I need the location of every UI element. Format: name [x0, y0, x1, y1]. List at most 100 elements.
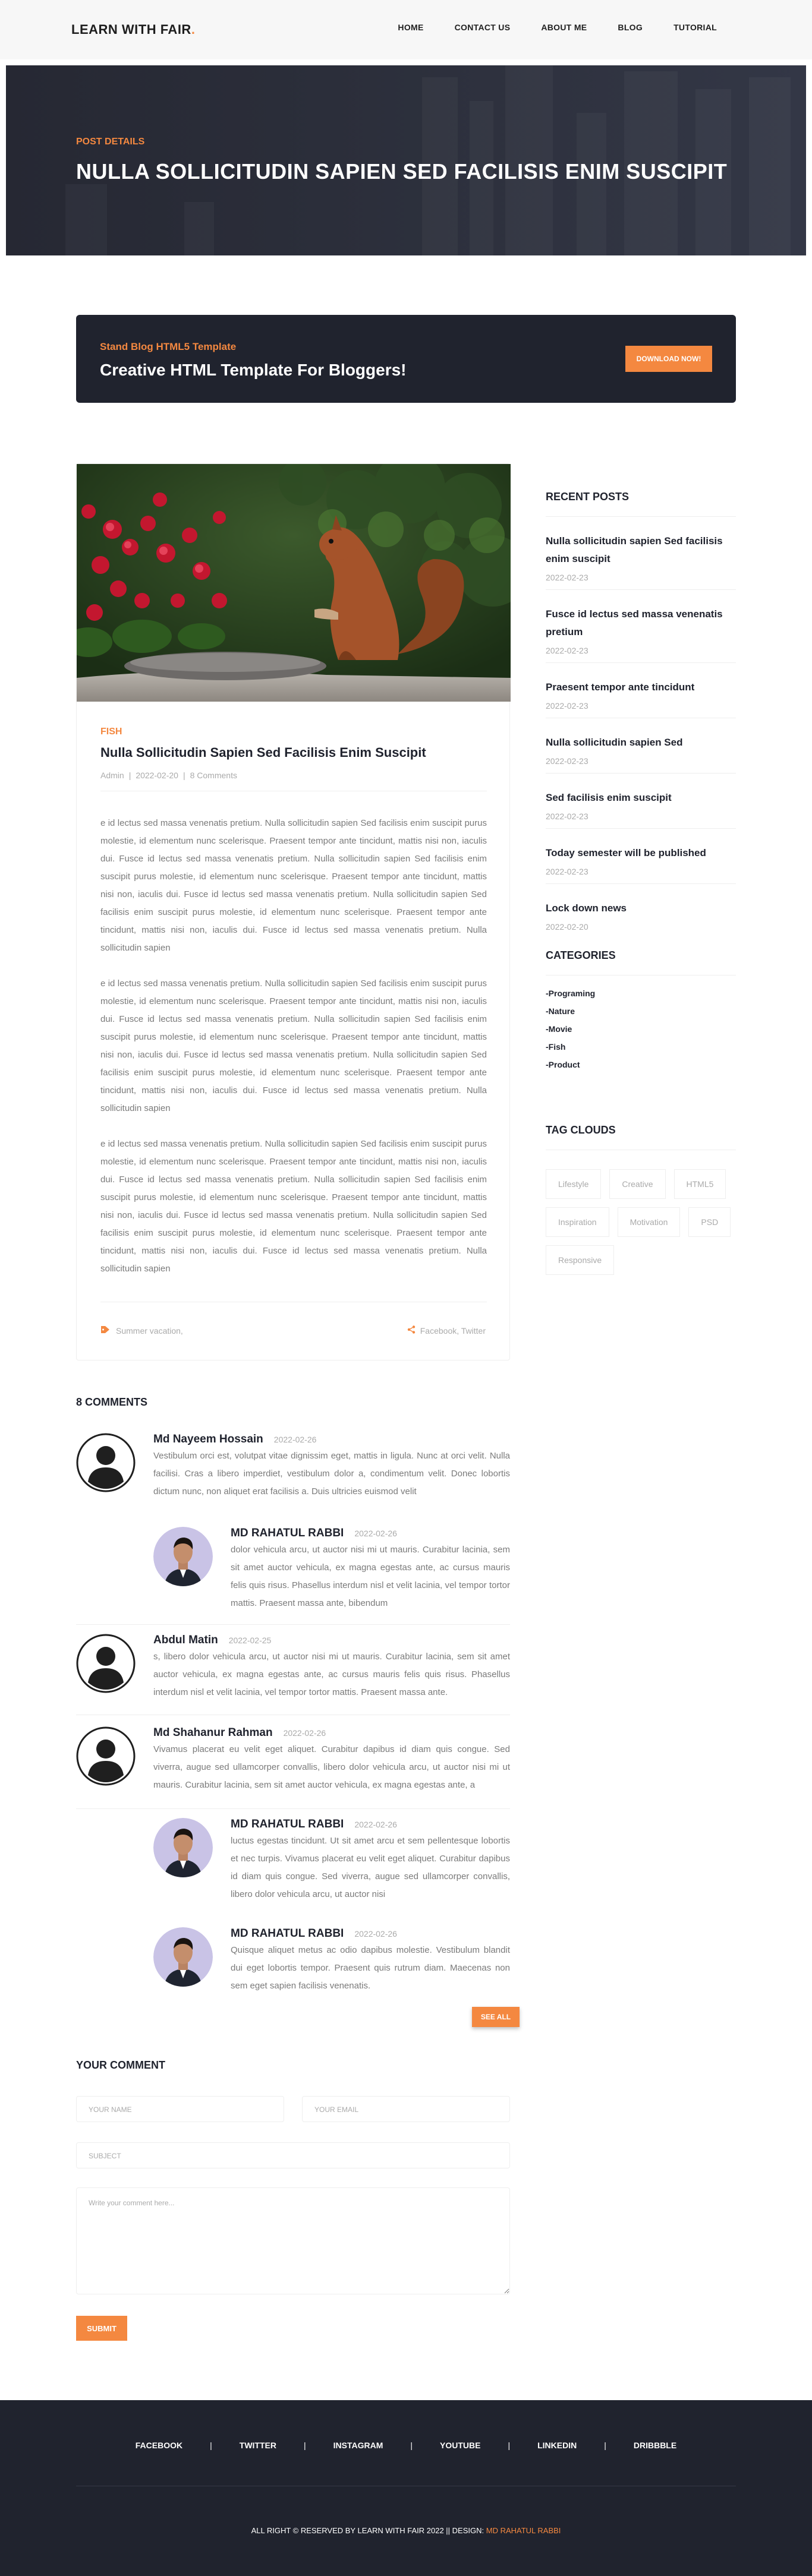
nav-tutorial[interactable]: TUTORIAL: [673, 23, 717, 32]
cta-title: Creative HTML Template For Bloggers!: [100, 361, 407, 379]
tag-cloud-item[interactable]: Inspiration: [546, 1207, 609, 1237]
name-input[interactable]: [76, 2096, 284, 2122]
tag-cloud-item[interactable]: Responsive: [546, 1245, 615, 1275]
category-link[interactable]: -Programing: [546, 989, 736, 998]
avatar-placeholder-icon: [76, 1726, 136, 1786]
comment-author[interactable]: MD RAHATUL RABBI: [231, 1818, 344, 1830]
comment-date: 2022-02-26: [273, 1435, 317, 1444]
sidebar-categories: CATEGORIES -Programing -Nature -Movie -F…: [546, 949, 736, 1069]
comment-date: 2022-02-26: [354, 1929, 397, 1939]
nav-about-me[interactable]: ABOUT ME: [541, 23, 587, 32]
tag-clouds-heading: TAG CLOUDS: [546, 1124, 616, 1136]
comment-author[interactable]: Md Nayeem Hossain: [153, 1433, 263, 1445]
post-paragraph: e id lectus sed massa venenatis pretium.…: [100, 818, 487, 953]
category-link[interactable]: -Product: [546, 1060, 736, 1069]
comment-author[interactable]: Md Shahanur Rahman: [153, 1726, 273, 1739]
tag-cloud-item[interactable]: Creative: [609, 1169, 666, 1199]
tag-cloud-item[interactable]: HTML5: [673, 1169, 726, 1199]
comment-author[interactable]: MD RAHATUL RABBI: [231, 1927, 344, 1940]
post-image-squirrel: [77, 464, 511, 702]
tag-cloud-item[interactable]: PSD: [688, 1207, 731, 1237]
cta-subtitle: Stand Blog HTML5 Template: [100, 341, 237, 352]
main-nav: HOME CONTACT US ABOUT ME BLOG TUTORIAL: [367, 23, 717, 32]
comment-item: Md Shahanur Rahman 2022-02-26 Vivamus pla…: [76, 1726, 510, 1794]
post-date[interactable]: 2022-02-20: [136, 771, 178, 780]
tag-cloud-item[interactable]: Motivation: [617, 1207, 681, 1237]
subject-input[interactable]: [76, 2142, 510, 2168]
post-category[interactable]: FISH: [100, 727, 122, 737]
download-now-button[interactable]: DOWNLOAD NOW!: [625, 346, 712, 372]
comments-heading: 8 COMMENTS: [76, 1396, 148, 1408]
category-link[interactable]: -Movie: [546, 1024, 736, 1034]
comment-text: luctus egestas tincidunt. Ut sit amet ar…: [231, 1836, 510, 1899]
post-paragraph: e id lectus sed massa venenatis pretium.…: [100, 978, 487, 1113]
post-tag-link[interactable]: Summer vacation,: [116, 1326, 183, 1336]
category-link[interactable]: -Nature: [546, 1006, 736, 1016]
see-all-button[interactable]: SEE ALL: [472, 2007, 520, 2027]
email-input[interactable]: [302, 2096, 510, 2122]
post-title[interactable]: Nulla Sollicitudin Sapien Sed Facilisis …: [100, 745, 426, 760]
comment-text: dolor vehicula arcu, ut auctor nisi mi u…: [231, 1545, 510, 1608]
recent-post-item[interactable]: Sed facilisis enim suscipit 2022-02-23: [546, 789, 736, 829]
comment-reply-item: MD RAHATUL RABBI 2022-02-26 Quisque aliqu…: [153, 1927, 510, 1995]
tag-cloud-item[interactable]: Lifestyle: [546, 1169, 602, 1199]
avatar: [153, 1527, 213, 1586]
post-author[interactable]: Admin: [100, 771, 124, 780]
post-meta: Admin | 2022-02-20 | 8 Comments: [100, 771, 237, 780]
avatar: [153, 1818, 213, 1877]
comment-date: 2022-02-25: [228, 1636, 272, 1645]
recent-post-item[interactable]: Fusce id lectus sed massa venenatis pret…: [546, 605, 736, 663]
social-separator: |: [410, 2441, 413, 2450]
social-dribbble[interactable]: DRIBBBLE: [634, 2441, 676, 2450]
avatar-placeholder-icon: [76, 1634, 136, 1693]
comment-reply-item: MD RAHATUL RABBI 2022-02-26 luctus egesta…: [153, 1818, 510, 1903]
social-links: FACEBOOK | TWITTER | INSTAGRAM | YOUTUBE…: [0, 2441, 812, 2450]
comment-item: Abdul Matin 2022-02-25 s, libero dolor ve…: [76, 1634, 510, 1701]
comment-text: Vivamus placerat eu velit eget aliquet. …: [153, 1744, 510, 1790]
share-icon: [407, 1325, 416, 1336]
comment-author[interactable]: MD RAHATUL RABBI: [231, 1527, 344, 1539]
social-linkedin[interactable]: LINKEDIN: [537, 2441, 577, 2450]
recent-posts-heading: RECENT POSTS: [546, 491, 630, 503]
comment-text: Quisque aliquet metus ac odio dapibus mo…: [231, 1945, 510, 1991]
social-instagram[interactable]: INSTAGRAM: [333, 2441, 383, 2450]
recent-post-item[interactable]: Praesent tempor ante tincidunt 2022-02-23: [546, 678, 736, 718]
comment-item: Md Nayeem Hossain 2022-02-26 Vestibulum o…: [76, 1433, 510, 1501]
hero-subtitle: POST DETAILS: [76, 137, 145, 147]
nav-blog[interactable]: BLOG: [618, 23, 643, 32]
your-comment-heading: YOUR COMMENT: [76, 2059, 165, 2071]
top-navbar: LEARN WITH FAIR. HOME CONTACT US ABOUT M…: [0, 0, 812, 59]
squirrel-photo: [77, 464, 511, 702]
designer-link[interactable]: MD RAHATUL RABBI: [486, 2526, 561, 2535]
sidebar-recent-posts: RECENT POSTS Nulla sollicitudin sapien S…: [546, 491, 736, 932]
divider: [76, 1624, 510, 1625]
comment-date: 2022-02-26: [354, 1529, 397, 1538]
nav-contact-us[interactable]: CONTACT US: [455, 23, 511, 32]
social-twitter[interactable]: TWITTER: [240, 2441, 276, 2450]
social-facebook[interactable]: FACEBOOK: [136, 2441, 182, 2450]
recent-post-item[interactable]: Lock down news 2022-02-20: [546, 899, 736, 932]
recent-post-item[interactable]: Today semester will be published 2022-02-…: [546, 844, 736, 884]
post-tags: Summer vacation,: [100, 1325, 183, 1336]
recent-post-item[interactable]: Nulla sollicitudin sapien Sed facilisis …: [546, 532, 736, 590]
submit-button[interactable]: SUBMIT: [76, 2316, 127, 2341]
social-youtube[interactable]: YOUTUBE: [440, 2441, 480, 2450]
avatar: [153, 1927, 213, 1987]
divider: [76, 1808, 510, 1809]
category-link[interactable]: -Fish: [546, 1042, 736, 1052]
site-logo[interactable]: LEARN WITH FAIR.: [71, 22, 195, 37]
nav-home[interactable]: HOME: [398, 23, 423, 32]
comment-reply-item: MD RAHATUL RABBI 2022-02-26 dolor vehicul…: [153, 1527, 510, 1612]
comment-author[interactable]: Abdul Matin: [153, 1634, 218, 1646]
post-comments-count[interactable]: 8 Comments: [190, 771, 237, 780]
sidebar-tag-clouds: TAG CLOUDS Lifestyle Creative HTML5 Insp…: [546, 1124, 736, 1275]
comment-date: 2022-02-26: [354, 1820, 397, 1829]
share-links[interactable]: Facebook, Twitter: [420, 1326, 486, 1336]
comment-textarea[interactable]: [76, 2187, 510, 2294]
comment-date: 2022-02-26: [283, 1728, 326, 1738]
copyright: ALL RIGHT © RESERVED BY LEARN WITH FAIR …: [251, 2526, 561, 2535]
recent-post-item[interactable]: Nulla sollicitudin sapien Sed 2022-02-23: [546, 734, 736, 774]
comment-text: s, libero dolor vehicula arcu, ut auctor…: [153, 1652, 510, 1697]
avatar-placeholder-icon: [76, 1433, 136, 1492]
post-paragraph: e id lectus sed massa venenatis pretium.…: [100, 1139, 487, 1274]
